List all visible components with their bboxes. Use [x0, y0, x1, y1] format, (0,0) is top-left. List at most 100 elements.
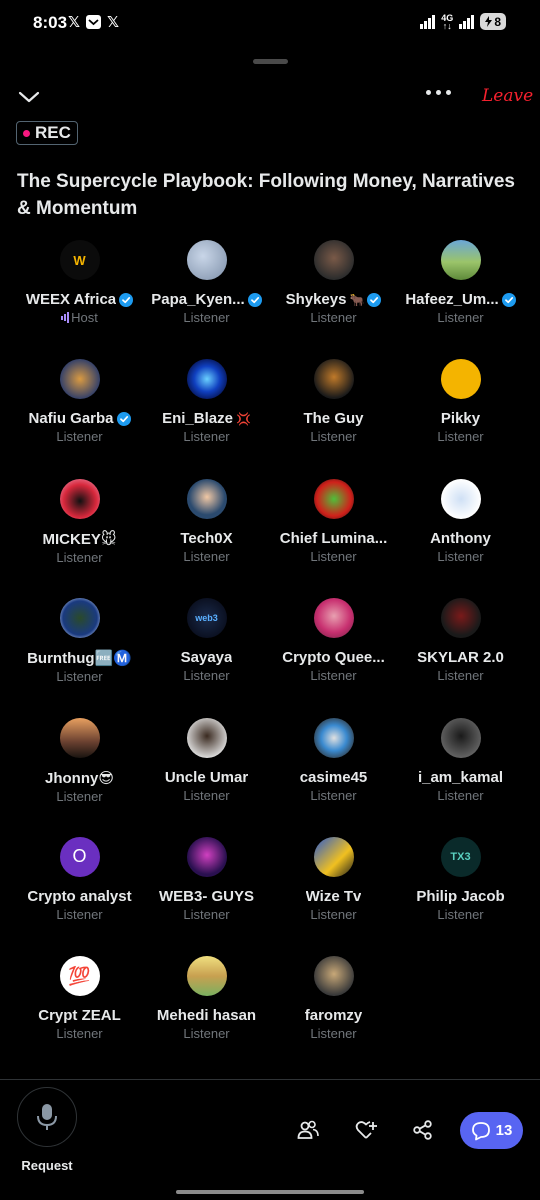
participant-item[interactable]: Chief Lumina... Listener	[270, 478, 397, 598]
more-button[interactable]	[426, 90, 451, 95]
x-icon: 𝕏	[106, 14, 120, 31]
participant-item[interactable]: Uncle Umar Listener	[143, 717, 270, 837]
participant-name: Uncle Umar	[164, 768, 249, 786]
battery-indicator: 8	[480, 13, 506, 30]
space-title: The Supercycle Playbook: Following Money…	[17, 171, 515, 219]
participant-name: Tech0X	[180, 529, 233, 547]
participant-role: Listener	[437, 310, 483, 325]
avatar	[440, 717, 481, 758]
participant-item[interactable]: The Guy Listener	[270, 359, 397, 478]
participant-item[interactable]: Wize Tv Listener	[270, 836, 397, 956]
participant-role-label: Listener	[310, 1026, 357, 1042]
participant-item[interactable]: faromzy Listener	[270, 956, 397, 1075]
name-emoji: 💢	[235, 411, 251, 426]
avatar	[186, 717, 227, 758]
participant-item[interactable]: WEB3- GUYS Listener	[143, 836, 270, 956]
participant-item[interactable]: Papa_Kyen... Listener	[143, 240, 270, 359]
participant-name: faromzy	[304, 1007, 363, 1025]
participant-role: Listener	[56, 669, 102, 684]
leave-button[interactable]: Leave	[482, 86, 533, 106]
participant-item[interactable]: Nafiu Garba Listener	[16, 359, 143, 478]
participant-role: Listener	[183, 310, 229, 325]
avatar	[440, 598, 481, 639]
participant-name-row: faromzy	[305, 1007, 363, 1024]
participant-item[interactable]: i_am_kamal Listener	[397, 717, 524, 837]
avatar	[313, 240, 354, 280]
participant-item[interactable]: Eni_Blaze 💢 Listener	[143, 359, 270, 478]
participant-item[interactable]: O Crypto analyst Listener	[16, 836, 143, 956]
collapse-button[interactable]	[16, 84, 42, 110]
share-icon	[413, 1120, 432, 1140]
participant-role-label: Listener	[56, 669, 103, 685]
participant-role: Listener	[310, 549, 356, 564]
avatar	[440, 478, 481, 519]
participant-name-row: i_am_kamal	[418, 769, 503, 786]
participant-role: Listener	[183, 788, 229, 803]
share-button[interactable]	[412, 1119, 434, 1141]
verified-icon	[116, 411, 131, 426]
participant-role: Listener	[56, 429, 102, 444]
participant-name-row: Jhonny😎	[45, 769, 114, 787]
participant-name: MICKEY🐭	[42, 530, 117, 548]
participant-role-label: Host	[71, 310, 98, 325]
people-button[interactable]	[297, 1119, 319, 1141]
participant-item[interactable]: Crypto Quee... Listener	[270, 598, 397, 717]
react-button[interactable]	[355, 1119, 377, 1141]
x-icon: 𝕏	[67, 14, 81, 31]
participant-role-label: Listener	[56, 429, 103, 445]
chevron-down-icon	[18, 91, 40, 103]
avatar	[313, 836, 354, 877]
participant-name: Hafeez_Um...	[405, 291, 499, 308]
participant-name-row: Chief Lumina...	[280, 530, 388, 547]
participant-name: i_am_kamal	[417, 768, 504, 786]
participant-role-label: Listener	[183, 787, 230, 803]
avatar	[59, 478, 100, 519]
participant-item[interactable]: casime45 Listener	[270, 717, 397, 837]
participant-item[interactable]: W WEEX Africa Host	[16, 240, 143, 359]
request-mic-button[interactable]	[17, 1087, 77, 1147]
participant-item[interactable]: SKYLAR 2.0 Listener	[397, 598, 524, 717]
participant-role: Listener	[310, 429, 356, 444]
request-label: Request	[21, 1158, 73, 1173]
participant-role: Listener	[183, 549, 229, 564]
participant-item[interactable]: Mehedi hasan Listener	[143, 956, 270, 1075]
participant-item[interactable]: Shykeys 🐂 Listener	[270, 240, 397, 359]
participant-name-row: Burnthug🆓Ⓜ️	[27, 649, 132, 667]
participant-role: Listener	[183, 668, 229, 683]
participant-item[interactable]: Anthony Listener	[397, 478, 524, 598]
mailbox-icon	[86, 15, 101, 29]
signal-icon	[420, 14, 436, 29]
avatar	[186, 240, 227, 280]
home-indicator[interactable]	[176, 1190, 364, 1194]
participant-item[interactable]: MICKEY🐭 Listener	[16, 478, 143, 598]
status-bar: 8:03 𝕏 𝕏 4G ↑↓ 8	[0, 0, 540, 46]
participant-name: Chief Lumina...	[279, 529, 388, 547]
comments-button[interactable]: 13	[460, 1112, 523, 1149]
participant-role: Listener	[183, 1026, 229, 1041]
participant-name-row: Uncle Umar	[165, 769, 248, 786]
participant-item[interactable]: Tech0X Listener	[143, 478, 270, 598]
participant-role-label: Listener	[437, 310, 484, 325]
avatar: TX3	[440, 836, 481, 877]
participant-item[interactable]: TX3 Philip Jacob Listener	[397, 836, 524, 956]
participant-name-row: Papa_Kyen...	[151, 291, 262, 308]
participant-role-label: Listener	[56, 788, 103, 804]
participant-item[interactable]: 💯 Crypt ZEAL Listener	[16, 956, 143, 1075]
avatar	[313, 478, 354, 519]
participant-name-row: Philip Jacob	[416, 888, 504, 905]
participant-item[interactable]: Burnthug🆓Ⓜ️ Listener	[16, 598, 143, 717]
sheet-handle[interactable]	[253, 59, 288, 64]
participants-grid: W WEEX Africa Host Papa_Kyen... Listener Shyk…	[16, 240, 524, 1076]
participant-item[interactable]: web3 Sayaya Listener	[143, 598, 270, 717]
participant-item[interactable]: Hafeez_Um... Listener	[397, 240, 524, 359]
participant-name: WEB3- GUYS	[158, 887, 254, 905]
participant-item[interactable]: Jhonny😎 Listener	[16, 717, 143, 837]
participant-role-label: Listener	[310, 906, 357, 922]
space-topbar: Leave	[0, 82, 540, 112]
avatar: web3	[186, 598, 227, 639]
participant-item[interactable]: Pikky Listener	[397, 359, 524, 478]
comments-count: 13	[495, 1122, 513, 1139]
participant-role-label: Listener	[437, 787, 484, 803]
participant-role: Listener	[56, 789, 102, 804]
status-time: 8:03	[33, 13, 68, 32]
